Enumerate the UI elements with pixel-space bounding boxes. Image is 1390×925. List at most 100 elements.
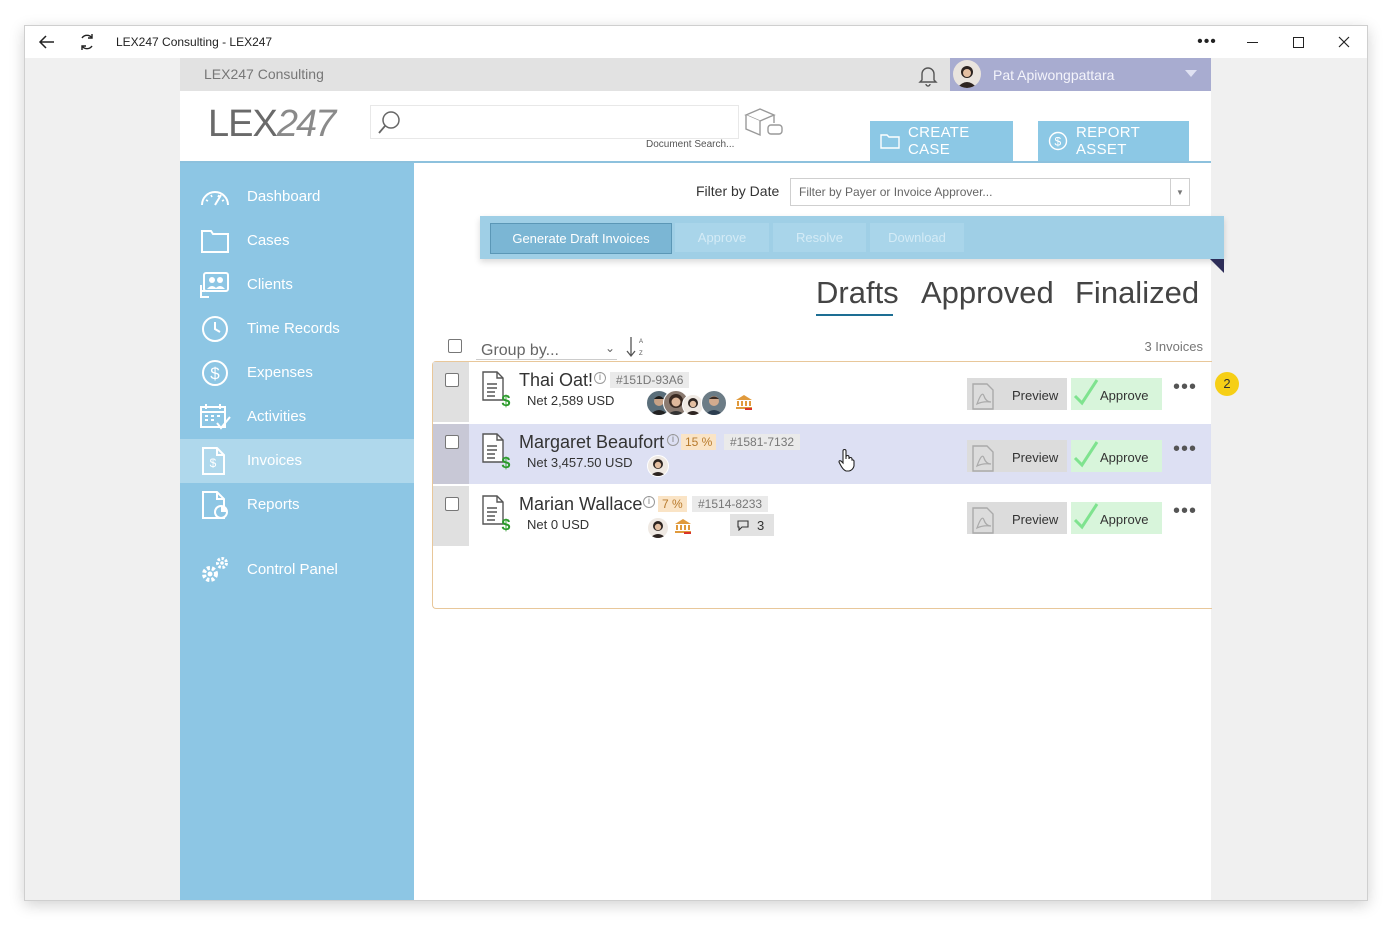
approve-label: Approve: [1100, 512, 1149, 527]
resolve-button[interactable]: Resolve: [773, 223, 866, 252]
folder-icon: [880, 133, 900, 149]
row-checkbox[interactable]: [445, 497, 459, 511]
avatar: [953, 60, 981, 88]
document-search-field[interactable]: [370, 105, 739, 139]
minimize-button[interactable]: [1232, 26, 1272, 58]
package-icon[interactable]: [742, 105, 784, 144]
dashboard-icon: [201, 191, 229, 206]
sidebar-item-label: Invoices: [247, 452, 303, 469]
hand-cursor-icon: [838, 449, 855, 472]
document-search-label: Document Search...: [646, 139, 735, 150]
more-options-icon[interactable]: •••: [1173, 376, 1197, 399]
logo-bold: LEX: [208, 103, 278, 145]
sidebar-item-label: Reports: [247, 496, 300, 513]
search-input[interactable]: [407, 110, 731, 134]
filter-by-date-label[interactable]: Filter by Date: [696, 183, 779, 199]
sort-button[interactable]: AZ: [626, 335, 644, 364]
approve-all-button[interactable]: Approve: [675, 223, 769, 252]
dollar-icon: $: [202, 360, 228, 386]
refresh-icon: [81, 34, 93, 50]
invoice-ref: #1581-7132: [724, 434, 801, 450]
sidebar-item-label: Expenses: [247, 364, 313, 381]
refresh-button[interactable]: [67, 26, 107, 58]
dropdown-arrow-icon[interactable]: ▼: [1170, 179, 1189, 205]
info-icon[interactable]: i: [643, 496, 655, 508]
back-arrow-icon: [38, 35, 54, 49]
comments-count: 3: [757, 518, 765, 533]
svg-text:$: $: [502, 393, 511, 408]
clients-icon: [200, 272, 229, 298]
check-icon: [1073, 441, 1099, 468]
gears-icon: [202, 557, 228, 582]
invoice-row[interactable]: $ Margaret Beaufort i 15 % #1581-7132 Ne…: [433, 424, 1211, 484]
minimize-icon: [1246, 41, 1258, 43]
maximize-icon: [1292, 36, 1304, 48]
tab-drafts[interactable]: Drafts: [816, 275, 899, 311]
more-options-icon[interactable]: •••: [1173, 500, 1197, 523]
sidebar-item-clients[interactable]: Clients: [180, 263, 414, 307]
discount-percent-badge: 7 %: [658, 496, 687, 512]
approve-label: Approve: [1100, 450, 1149, 465]
info-icon[interactable]: i: [594, 372, 606, 384]
comments-badge[interactable]: 3: [730, 514, 774, 536]
sidebar-item-time-records[interactable]: Time Records: [180, 307, 414, 351]
sidebar-item-dashboard[interactable]: Dashboard: [180, 175, 414, 219]
more-button[interactable]: •••: [1187, 26, 1227, 58]
row-checkbox[interactable]: [445, 435, 459, 449]
invoice-client-name: Margaret Beaufort: [519, 432, 665, 452]
invoice-ref: #151D-93A6: [610, 372, 690, 388]
main-content: Filter by Date Filter by Payer or Invoic…: [414, 163, 1239, 900]
preview-button[interactable]: Preview: [967, 378, 1067, 410]
preview-button[interactable]: Preview: [967, 440, 1067, 472]
sidebar-item-control-panel[interactable]: Control Panel: [180, 548, 414, 592]
tab-approved[interactable]: Approved: [921, 275, 1054, 311]
approve-button[interactable]: Approve: [1071, 440, 1162, 472]
sidebar-item-label: Activities: [247, 408, 307, 425]
svg-text:$: $: [210, 456, 217, 470]
folder-icon: [201, 230, 229, 253]
back-button[interactable]: [27, 26, 67, 58]
more-options-icon[interactable]: •••: [1173, 438, 1197, 461]
invoice-action-bar: Generate Draft Invoices Approve Resolve …: [480, 216, 1224, 259]
sidebar-item-cases[interactable]: Cases: [180, 219, 414, 263]
top-strip: LEX247 Consulting Pat Apiwongpattara: [180, 58, 1211, 91]
sidebar-item-activities[interactable]: Activities: [180, 395, 414, 439]
notification-badge: 2: [1215, 372, 1239, 396]
pdf-icon: [972, 383, 994, 410]
preview-label: Preview: [1012, 450, 1059, 465]
notifications-button[interactable]: [916, 63, 940, 92]
approve-button[interactable]: Approve: [1071, 502, 1162, 534]
user-name: Pat Apiwongpattara: [993, 67, 1115, 83]
close-icon: [1338, 36, 1350, 48]
filter-placeholder: Filter by Payer or Invoice Approver...: [799, 185, 993, 199]
close-button[interactable]: [1324, 26, 1364, 58]
info-icon[interactable]: i: [667, 434, 679, 446]
user-menu[interactable]: Pat Apiwongpattara: [950, 58, 1211, 91]
create-case-button[interactable]: CREATE CASE: [870, 121, 1013, 161]
sidebar-item-reports[interactable]: Reports: [180, 483, 414, 527]
sidebar-item-invoices[interactable]: $ Invoices: [180, 439, 414, 483]
filter-payer-field[interactable]: Filter by Payer or Invoice Approver... ▼: [790, 178, 1190, 206]
generate-draft-invoices-button[interactable]: Generate Draft Invoices: [490, 223, 672, 254]
invoice-net: Net 3,457.50 USD: [527, 455, 633, 470]
discount-percent-badge: 15 %: [681, 434, 717, 450]
select-all-checkbox[interactable]: [448, 339, 462, 353]
title-bar: LEX247 Consulting - LEX247 •••: [25, 26, 1367, 58]
invoice-row[interactable]: $ Marian Wallace i 7 % #1514-8233 Net 0 …: [433, 486, 1211, 546]
bank-icon: [736, 395, 752, 410]
preview-button[interactable]: Preview: [967, 502, 1067, 534]
row-checkbox[interactable]: [445, 373, 459, 387]
report-asset-button[interactable]: $ REPORT ASSET: [1038, 121, 1189, 161]
maximize-button[interactable]: [1278, 26, 1318, 58]
logo-light: 247: [276, 103, 336, 145]
approve-button[interactable]: Approve: [1071, 378, 1162, 410]
invoice-row[interactable]: $ Thai Oat! i #151D-93A6 Net 2,589 USD P…: [433, 362, 1239, 422]
group-by-select[interactable]: Group by... ⌄: [476, 339, 617, 360]
avatar: [647, 517, 669, 539]
org-name: LEX247 Consulting: [204, 66, 324, 82]
tab-finalized[interactable]: Finalized: [1075, 275, 1199, 311]
download-button[interactable]: Download: [870, 223, 964, 252]
dollar-circle-icon: $: [1048, 131, 1068, 151]
sidebar-item-expenses[interactable]: $ Expenses: [180, 351, 414, 395]
invoice-client-name: Marian Wallace: [519, 494, 643, 514]
